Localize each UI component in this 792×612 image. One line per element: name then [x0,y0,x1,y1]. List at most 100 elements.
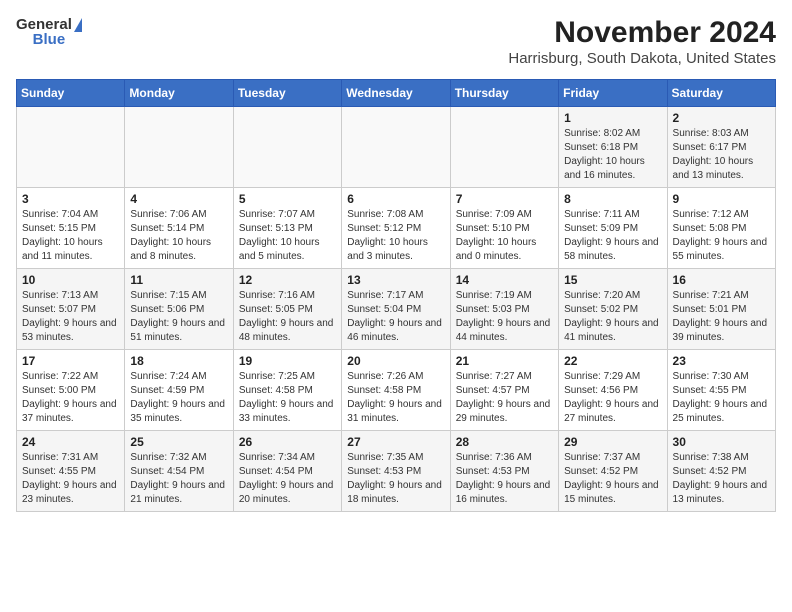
day-number: 5 [239,192,336,206]
calendar-cell [233,107,341,188]
day-header-saturday: Saturday [667,80,775,107]
day-info: Sunrise: 7:32 AM Sunset: 4:54 PM Dayligh… [130,451,227,507]
day-number: 23 [673,354,770,368]
day-info: Sunrise: 7:21 AM Sunset: 5:01 PM Dayligh… [673,289,770,345]
calendar-week-row: 10 Sunrise: 7:13 AM Sunset: 5:07 PM Dayli… [17,269,776,350]
calendar-cell: 28 Sunrise: 7:36 AM Sunset: 4:53 PM Dayli… [450,431,558,512]
day-info: Sunrise: 8:03 AM Sunset: 6:17 PM Dayligh… [673,127,770,183]
day-number: 10 [22,273,119,287]
day-number: 4 [130,192,227,206]
calendar-week-row: 17 Sunrise: 7:22 AM Sunset: 5:00 PM Dayli… [17,350,776,431]
day-info: Sunrise: 8:02 AM Sunset: 6:18 PM Dayligh… [564,127,661,183]
calendar-cell: 9Sunrise: 7:12 AM Sunset: 5:08 PM Daylig… [667,188,775,269]
day-info: Sunrise: 7:04 AM Sunset: 5:15 PM Dayligh… [22,208,119,264]
calendar-cell: 6 Sunrise: 7:08 AM Sunset: 5:12 PM Daylig… [342,188,450,269]
day-info: Sunrise: 7:30 AM Sunset: 4:55 PM Dayligh… [673,370,770,426]
day-info: Sunrise: 7:16 AM Sunset: 5:05 PM Dayligh… [239,289,336,345]
logo: General Blue [16,16,82,48]
day-number: 13 [347,273,444,287]
day-info: Sunrise: 7:38 AM Sunset: 4:52 PM Dayligh… [673,451,770,507]
day-info: Sunrise: 7:25 AM Sunset: 4:58 PM Dayligh… [239,370,336,426]
day-number: 20 [347,354,444,368]
calendar-cell: 13 Sunrise: 7:17 AM Sunset: 5:04 PM Dayli… [342,269,450,350]
day-number: 27 [347,435,444,449]
day-info: Sunrise: 7:35 AM Sunset: 4:53 PM Dayligh… [347,451,444,507]
day-number: 12 [239,273,336,287]
day-number: 28 [456,435,553,449]
day-info: Sunrise: 7:19 AM Sunset: 5:03 PM Dayligh… [456,289,553,345]
calendar-cell: 29Sunrise: 7:37 AM Sunset: 4:52 PM Dayli… [559,431,667,512]
calendar-cell: 10 Sunrise: 7:13 AM Sunset: 5:07 PM Dayli… [17,269,125,350]
day-number: 11 [130,273,227,287]
calendar-cell [342,107,450,188]
day-number: 14 [456,273,553,287]
calendar-table: SundayMondayTuesdayWednesdayThursdayFrid… [16,79,776,512]
calendar-week-row: 3 Sunrise: 7:04 AM Sunset: 5:15 PM Daylig… [17,188,776,269]
calendar-cell: 16 Sunrise: 7:21 AM Sunset: 5:01 PM Dayli… [667,269,775,350]
calendar-cell: 27 Sunrise: 7:35 AM Sunset: 4:53 PM Dayli… [342,431,450,512]
calendar-cell: 17 Sunrise: 7:22 AM Sunset: 5:00 PM Dayli… [17,350,125,431]
calendar-cell: 26 Sunrise: 7:34 AM Sunset: 4:54 PM Dayli… [233,431,341,512]
day-info: Sunrise: 7:17 AM Sunset: 5:04 PM Dayligh… [347,289,444,345]
day-number: 22 [564,354,661,368]
calendar-cell [450,107,558,188]
calendar-cell: 1 Sunrise: 8:02 AM Sunset: 6:18 PM Daylig… [559,107,667,188]
day-info: Sunrise: 7:37 AM Sunset: 4:52 PM Dayligh… [564,451,661,507]
day-number: 24 [22,435,119,449]
calendar-week-row: 1 Sunrise: 8:02 AM Sunset: 6:18 PM Daylig… [17,107,776,188]
calendar-cell: 25Sunrise: 7:32 AM Sunset: 4:54 PM Dayli… [125,431,233,512]
calendar-cell [17,107,125,188]
day-info: Sunrise: 7:09 AM Sunset: 5:10 PM Dayligh… [456,208,553,264]
calendar-cell: 24 Sunrise: 7:31 AM Sunset: 4:55 PM Dayli… [17,431,125,512]
day-number: 15 [564,273,661,287]
calendar-cell: 23 Sunrise: 7:30 AM Sunset: 4:55 PM Dayli… [667,350,775,431]
location-subtitle: Harrisburg, South Dakota, United States [508,50,776,67]
calendar-cell: 18Sunrise: 7:24 AM Sunset: 4:59 PM Dayli… [125,350,233,431]
day-info: Sunrise: 7:27 AM Sunset: 4:57 PM Dayligh… [456,370,553,426]
day-number: 1 [564,111,661,125]
day-info: Sunrise: 7:08 AM Sunset: 5:12 PM Dayligh… [347,208,444,264]
calendar-cell [125,107,233,188]
calendar-cell: 14 Sunrise: 7:19 AM Sunset: 5:03 PM Dayli… [450,269,558,350]
title-block: November 2024 Harrisburg, South Dakota, … [508,16,776,67]
day-info: Sunrise: 7:24 AM Sunset: 4:59 PM Dayligh… [130,370,227,426]
day-header-tuesday: Tuesday [233,80,341,107]
day-info: Sunrise: 7:07 AM Sunset: 5:13 PM Dayligh… [239,208,336,264]
day-number: 3 [22,192,119,206]
day-header-wednesday: Wednesday [342,80,450,107]
calendar-cell: 19 Sunrise: 7:25 AM Sunset: 4:58 PM Dayli… [233,350,341,431]
calendar-week-row: 24 Sunrise: 7:31 AM Sunset: 4:55 PM Dayli… [17,431,776,512]
calendar-cell: 15 Sunrise: 7:20 AM Sunset: 5:02 PM Dayli… [559,269,667,350]
day-number: 17 [22,354,119,368]
day-number: 21 [456,354,553,368]
day-info: Sunrise: 7:20 AM Sunset: 5:02 PM Dayligh… [564,289,661,345]
calendar-header-row: SundayMondayTuesdayWednesdayThursdayFrid… [17,80,776,107]
day-info: Sunrise: 7:11 AM Sunset: 5:09 PM Dayligh… [564,208,661,264]
day-number: 8 [564,192,661,206]
day-number: 9 [673,192,770,206]
day-number: 30 [673,435,770,449]
day-info: Sunrise: 7:29 AM Sunset: 4:56 PM Dayligh… [564,370,661,426]
day-info: Sunrise: 7:31 AM Sunset: 4:55 PM Dayligh… [22,451,119,507]
calendar-cell: 30 Sunrise: 7:38 AM Sunset: 4:52 PM Dayli… [667,431,775,512]
day-info: Sunrise: 7:36 AM Sunset: 4:53 PM Dayligh… [456,451,553,507]
calendar-cell: 12 Sunrise: 7:16 AM Sunset: 5:05 PM Dayli… [233,269,341,350]
month-year-title: November 2024 [508,16,776,50]
day-info: Sunrise: 7:34 AM Sunset: 4:54 PM Dayligh… [239,451,336,507]
calendar-cell: 22 Sunrise: 7:29 AM Sunset: 4:56 PM Dayli… [559,350,667,431]
day-number: 7 [456,192,553,206]
page-header: General Blue November 2024 Harrisburg, S… [16,16,776,67]
day-info: Sunrise: 7:13 AM Sunset: 5:07 PM Dayligh… [22,289,119,345]
day-info: Sunrise: 7:22 AM Sunset: 5:00 PM Dayligh… [22,370,119,426]
day-info: Sunrise: 7:06 AM Sunset: 5:14 PM Dayligh… [130,208,227,264]
day-info: Sunrise: 7:15 AM Sunset: 5:06 PM Dayligh… [130,289,227,345]
day-number: 19 [239,354,336,368]
day-number: 16 [673,273,770,287]
calendar-cell: 8 Sunrise: 7:11 AM Sunset: 5:09 PM Daylig… [559,188,667,269]
day-number: 2 [673,111,770,125]
day-header-monday: Monday [125,80,233,107]
day-number: 6 [347,192,444,206]
day-number: 26 [239,435,336,449]
calendar-cell: 3 Sunrise: 7:04 AM Sunset: 5:15 PM Daylig… [17,188,125,269]
calendar-cell: 4 Sunrise: 7:06 AM Sunset: 5:14 PM Daylig… [125,188,233,269]
